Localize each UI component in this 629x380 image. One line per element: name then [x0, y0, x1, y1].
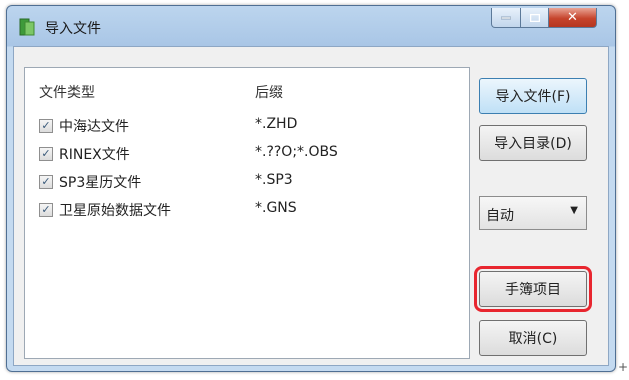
import-file-label: 导入文件(F): [495, 89, 571, 105]
window-controls: ✕: [491, 8, 597, 28]
import-directory-button[interactable]: 导入目录(D): [479, 125, 587, 161]
close-icon: ✕: [567, 10, 578, 25]
file-type-label: 中海达文件: [59, 119, 129, 135]
title-bar: 导入文件 ✕: [7, 6, 615, 46]
chevron-down-icon: ▼: [570, 205, 578, 216]
handbook-project-label: 手簿项目: [505, 282, 561, 298]
checkbox-gns[interactable]: ✓: [39, 203, 53, 217]
column-header-ext: 后缀: [255, 85, 283, 101]
file-ext: *.ZHD: [255, 116, 298, 132]
minimize-icon: [501, 16, 511, 19]
list-item[interactable]: ✓ SP3星历文件 *.SP3: [25, 172, 469, 194]
file-type-label: RINEX文件: [59, 147, 130, 163]
import-file-dialog: 导入文件 ✕ 文件类型 后缀 ✓ 中海达文件 *.ZHD ✓ RINEX文件 *…: [6, 5, 616, 372]
window-title: 导入文件: [45, 21, 101, 37]
corner-mark: +: [618, 360, 629, 374]
file-type-list[interactable]: 文件类型 后缀 ✓ 中海达文件 *.ZHD ✓ RINEX文件 *.??O;*.…: [24, 67, 470, 359]
file-ext: *.GNS: [255, 200, 297, 216]
file-ext: *.??O;*.OBS: [255, 144, 338, 160]
minimize-button[interactable]: [491, 8, 521, 28]
close-button[interactable]: ✕: [549, 8, 597, 28]
handbook-project-button[interactable]: 手簿项目: [474, 266, 592, 312]
file-type-label: 卫星原始数据文件: [59, 203, 171, 219]
file-ext: *.SP3: [255, 172, 293, 188]
mode-select-value: 自动: [486, 208, 514, 224]
import-directory-label: 导入目录(D): [494, 136, 572, 152]
list-item[interactable]: ✓ 中海达文件 *.ZHD: [25, 116, 469, 138]
import-file-button[interactable]: 导入文件(F): [479, 78, 587, 114]
cancel-button[interactable]: 取消(C): [479, 320, 587, 356]
list-item[interactable]: ✓ 卫星原始数据文件 *.GNS: [25, 200, 469, 222]
file-type-label: SP3星历文件: [59, 175, 142, 191]
app-icon: [19, 18, 35, 36]
maximize-button[interactable]: [521, 8, 549, 28]
cancel-label: 取消(C): [508, 331, 558, 347]
checkbox-sp3[interactable]: ✓: [39, 175, 53, 189]
list-item[interactable]: ✓ RINEX文件 *.??O;*.OBS: [25, 144, 469, 166]
dialog-client-area: 文件类型 后缀 ✓ 中海达文件 *.ZHD ✓ RINEX文件 *.??O;*.…: [13, 46, 609, 366]
column-header-type: 文件类型: [39, 85, 95, 101]
checkbox-zhd[interactable]: ✓: [39, 119, 53, 133]
mode-select[interactable]: 自动 ▼: [479, 196, 587, 230]
maximize-icon: [529, 13, 540, 22]
checkbox-rinex[interactable]: ✓: [39, 147, 53, 161]
